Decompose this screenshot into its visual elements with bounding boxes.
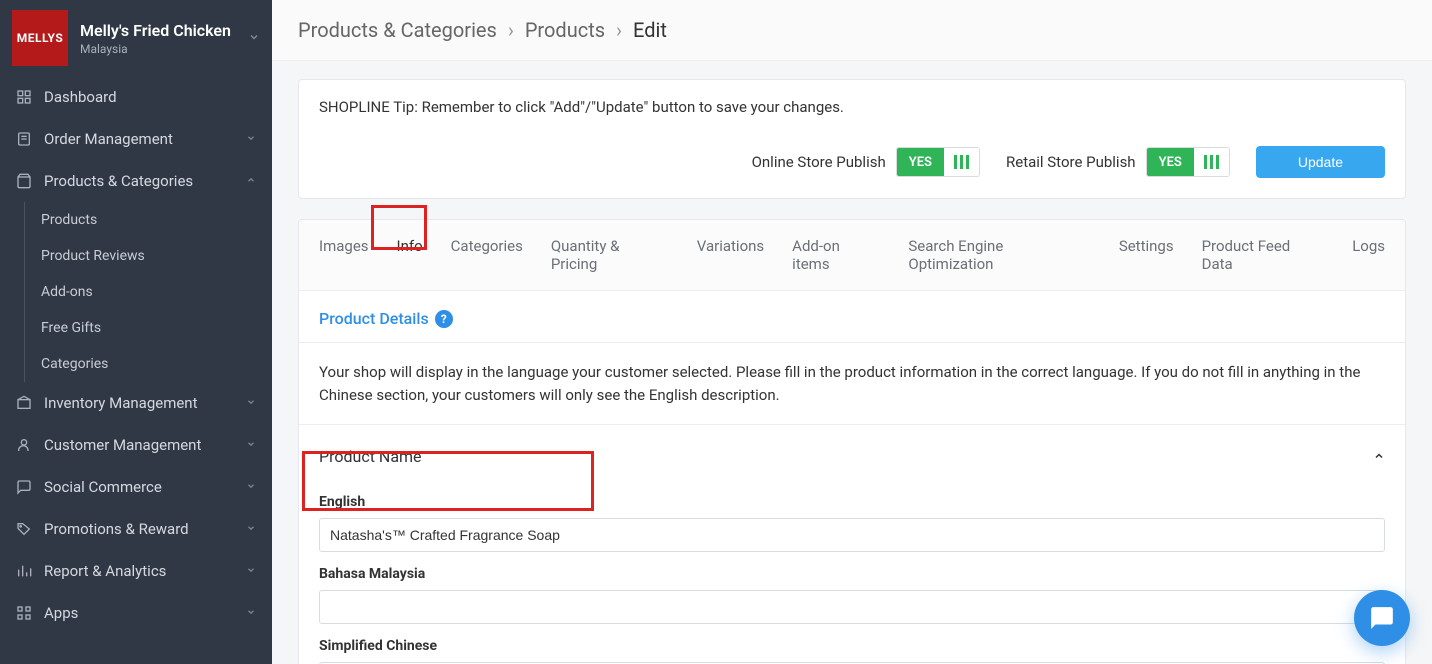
sidebar-item-inventory-management[interactable]: Inventory Management [0, 382, 272, 424]
product-name-header[interactable]: Product Name [299, 425, 1405, 476]
product-name-title: Product Name [319, 447, 422, 466]
sidebar-item-label: Dashboard [44, 88, 256, 106]
chevron-down-icon [248, 31, 260, 46]
product-details-head: Product Details ? [299, 291, 1405, 343]
dashboard-icon [16, 89, 32, 105]
sidebar-subnav-products: Products Product Reviews Add-ons Free Gi… [24, 202, 272, 382]
tip-card: SHOPLINE Tip: Remember to click "Add"/"U… [298, 79, 1406, 199]
sidebar-subitem-categories[interactable]: Categories [25, 346, 272, 382]
chevron-down-icon [246, 523, 256, 536]
product-name-fields: English Bahasa Malaysia Simplified Chine… [299, 476, 1405, 664]
chevron-down-icon [246, 397, 256, 410]
orders-icon [16, 131, 32, 147]
online-publish-group: Online Store Publish YES [752, 147, 980, 177]
tab-product-feed-data[interactable]: Product Feed Data [1202, 220, 1325, 290]
sidebar-item-label: Customer Management [44, 436, 234, 454]
toggle-off-handle [944, 148, 979, 176]
chevron-up-icon [246, 175, 256, 188]
chat-fab[interactable] [1354, 590, 1410, 646]
sidebar-item-label: Social Commerce [44, 478, 234, 496]
sidebar-item-social-commerce[interactable]: Social Commerce [0, 466, 272, 508]
sidebar-subitem-products[interactable]: Products [25, 202, 272, 238]
analytics-icon [16, 563, 32, 579]
product-tabs-card: Images Info Categories Quantity & Pricin… [298, 219, 1406, 664]
sidebar-item-label: Products & Categories [44, 172, 234, 190]
tab-info[interactable]: Info [397, 220, 423, 290]
store-selector[interactable]: MELLYS Melly's Fried Chicken Malaysia [0, 0, 272, 76]
sidebar-item-report-analytics[interactable]: Report & Analytics [0, 550, 272, 592]
sidebar-item-label: Order Management [44, 130, 234, 148]
tip-text: SHOPLINE Tip: Remember to click "Add"/"U… [319, 98, 1385, 116]
english-input[interactable] [319, 518, 1385, 552]
online-publish-toggle[interactable]: YES [896, 147, 980, 177]
english-label: English [319, 480, 1385, 518]
tab-addon-items[interactable]: Add-on items [792, 220, 880, 290]
retail-publish-toggle[interactable]: YES [1146, 147, 1230, 177]
chevron-down-icon [246, 133, 256, 146]
retail-publish-group: Retail Store Publish YES [1006, 147, 1230, 177]
bahasa-label: Bahasa Malaysia [319, 552, 1385, 590]
toggle-off-handle [1194, 148, 1229, 176]
inventory-icon [16, 395, 32, 411]
sidebar-item-promotions-reward[interactable]: Promotions & Reward [0, 508, 272, 550]
section-title: Product Details [319, 309, 429, 328]
products-icon [16, 173, 32, 189]
sidebar-nav: Dashboard Order Management Products & Ca… [0, 76, 272, 634]
chinese-label: Simplified Chinese [319, 624, 1385, 662]
sidebar-subitem-addons[interactable]: Add-ons [25, 274, 272, 310]
sidebar-subitem-free-gifts[interactable]: Free Gifts [25, 310, 272, 346]
section-description: Your shop will display in the language y… [299, 343, 1405, 425]
bahasa-input[interactable] [319, 590, 1385, 624]
store-name: Melly's Fried Chicken [80, 21, 236, 40]
help-icon[interactable]: ? [435, 310, 453, 328]
breadcrumb: Products & Categories › Products › Edit [272, 0, 1432, 61]
toggle-on-label: YES [1147, 148, 1194, 176]
apps-icon [16, 605, 32, 621]
tab-seo[interactable]: Search Engine Optimization [908, 220, 1090, 290]
chevron-down-icon [246, 565, 256, 578]
breadcrumb-root[interactable]: Products & Categories [298, 18, 497, 42]
sidebar-subitem-product-reviews[interactable]: Product Reviews [25, 238, 272, 274]
main-content: Products & Categories › Products › Edit … [272, 0, 1432, 664]
store-logo: MELLYS [12, 10, 68, 66]
breadcrumb-sep: › [508, 18, 514, 42]
tab-images[interactable]: Images [319, 220, 369, 290]
update-button[interactable]: Update [1256, 146, 1385, 178]
store-sub: Malaysia [80, 42, 236, 56]
breadcrumb-current: Edit [633, 18, 667, 42]
tab-settings[interactable]: Settings [1119, 220, 1174, 290]
sidebar-item-label: Inventory Management [44, 394, 234, 412]
tag-icon [16, 521, 32, 537]
tab-categories[interactable]: Categories [451, 220, 523, 290]
sidebar-item-apps[interactable]: Apps [0, 592, 272, 634]
breadcrumb-mid[interactable]: Products [525, 18, 605, 42]
tab-quantity-pricing[interactable]: Quantity & Pricing [551, 220, 669, 290]
customer-icon [16, 437, 32, 453]
chat-icon [16, 479, 32, 495]
store-info: Melly's Fried Chicken Malaysia [80, 21, 236, 56]
sidebar: MELLYS Melly's Fried Chicken Malaysia Da… [0, 0, 272, 664]
chevron-down-icon [246, 439, 256, 452]
sidebar-item-dashboard[interactable]: Dashboard [0, 76, 272, 118]
toggle-on-label: YES [897, 148, 944, 176]
chevron-down-icon [246, 481, 256, 494]
sidebar-item-label: Report & Analytics [44, 562, 234, 580]
sidebar-item-label: Promotions & Reward [44, 520, 234, 538]
publish-row: Online Store Publish YES Retail Store Pu… [319, 146, 1385, 178]
chevron-up-icon [1373, 447, 1385, 466]
tab-logs[interactable]: Logs [1352, 220, 1385, 290]
retail-publish-label: Retail Store Publish [1006, 153, 1136, 171]
sidebar-item-products-categories[interactable]: Products & Categories [0, 160, 272, 202]
sidebar-item-customer-management[interactable]: Customer Management [0, 424, 272, 466]
tab-variations[interactable]: Variations [697, 220, 764, 290]
breadcrumb-sep: › [616, 18, 622, 42]
sidebar-item-order-management[interactable]: Order Management [0, 118, 272, 160]
chevron-down-icon [246, 607, 256, 620]
product-tabs: Images Info Categories Quantity & Pricin… [299, 220, 1405, 291]
sidebar-item-label: Apps [44, 604, 234, 622]
online-publish-label: Online Store Publish [752, 153, 886, 171]
